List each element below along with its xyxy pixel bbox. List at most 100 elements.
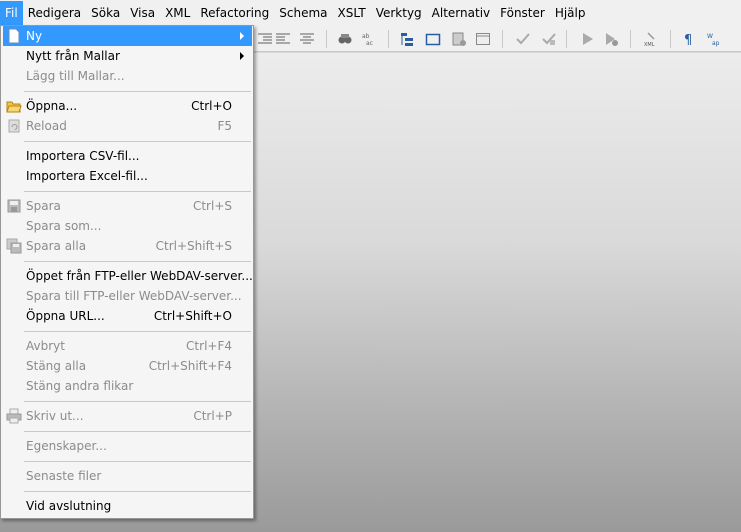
submenu-arrow-icon bbox=[240, 32, 244, 40]
menu-separator bbox=[24, 261, 251, 262]
menu-separator bbox=[24, 461, 251, 462]
check-well-formed-icon[interactable] bbox=[514, 30, 532, 48]
align-icon[interactable] bbox=[298, 30, 316, 48]
svg-text:¶: ¶ bbox=[684, 33, 692, 47]
menu-separator bbox=[24, 331, 251, 332]
window-icon[interactable] bbox=[424, 30, 442, 48]
menu-separator bbox=[24, 191, 251, 192]
menu-item-spara-som[interactable]: Spara som... bbox=[3, 216, 252, 236]
menu-item-label: Spara till FTP-eller WebDAV-server... bbox=[26, 289, 242, 303]
tree-view-icon[interactable] bbox=[398, 30, 416, 48]
menu-fonster[interactable]: Fönster bbox=[495, 1, 550, 25]
menu-item-label: Öppna... bbox=[26, 99, 78, 113]
svg-text:ap: ap bbox=[712, 40, 720, 47]
menu-item-label: Importera Excel-fil... bbox=[26, 169, 148, 183]
save-all-icon bbox=[6, 238, 22, 254]
browser-view-icon[interactable] bbox=[474, 30, 492, 48]
pilcrow-icon[interactable]: ¶ bbox=[680, 30, 698, 48]
menu-item-shortcut: F5 bbox=[217, 119, 232, 133]
menu-visa[interactable]: Visa bbox=[125, 1, 160, 25]
menu-schema[interactable]: Schema bbox=[274, 1, 332, 25]
menu-refactoring[interactable]: Refactoring bbox=[195, 1, 274, 25]
menu-item-label: Lägg till Mallar... bbox=[26, 69, 125, 83]
menu-item-oppna-url[interactable]: Öppna URL... Ctrl+Shift+O bbox=[3, 306, 252, 326]
menu-item-spara-alla[interactable]: Spara alla Ctrl+Shift+S bbox=[3, 236, 252, 256]
menu-item-importera-csv[interactable]: Importera CSV-fil... bbox=[3, 146, 252, 166]
menu-item-stang-andra-flikar[interactable]: Stäng andra flikar bbox=[3, 376, 252, 396]
word-wrap-icon[interactable]: Wap bbox=[706, 30, 724, 48]
menu-item-lagg-till-mallar[interactable]: Lägg till Mallar... bbox=[3, 66, 252, 86]
menu-item-egenskaper[interactable]: Egenskaper... bbox=[3, 436, 252, 456]
menu-item-shortcut: Ctrl+Shift+F4 bbox=[148, 359, 232, 373]
menu-item-label: Öppna URL... bbox=[26, 309, 105, 323]
menu-item-label: Spara bbox=[26, 199, 61, 213]
menu-separator bbox=[24, 431, 251, 432]
svg-text:ac: ac bbox=[366, 40, 373, 47]
menu-item-oppet-fran-ftp[interactable]: Öppet från FTP-eller WebDAV-server... bbox=[3, 266, 253, 286]
menu-item-stang-alla[interactable]: Stäng alla Ctrl+Shift+F4 bbox=[3, 356, 252, 376]
menu-item-reload[interactable]: Reload F5 bbox=[3, 116, 252, 136]
menu-item-label: Senaste filer bbox=[26, 469, 102, 483]
menu-xml[interactable]: XML bbox=[160, 1, 195, 25]
menu-item-spara-till-ftp[interactable]: Spara till FTP-eller WebDAV-server... bbox=[3, 286, 252, 306]
svg-text:ab: ab bbox=[362, 33, 370, 40]
menu-item-label: Öppet från FTP-eller WebDAV-server... bbox=[26, 269, 253, 283]
toolbar-separator bbox=[630, 30, 631, 48]
toolbar-separator bbox=[388, 30, 389, 48]
menu-hjalp[interactable]: Hjälp bbox=[550, 1, 591, 25]
menu-item-label: Spara som... bbox=[26, 219, 102, 233]
menu-alternativ[interactable]: Alternativ bbox=[427, 1, 495, 25]
svg-text:XML: XML bbox=[644, 42, 655, 47]
menu-item-senaste-filer[interactable]: Senaste filer bbox=[3, 466, 252, 486]
menu-item-label: Stäng andra flikar bbox=[26, 379, 134, 393]
toolbar-separator bbox=[670, 30, 671, 48]
svg-text:W: W bbox=[707, 33, 713, 40]
menu-verktyg[interactable]: Verktyg bbox=[371, 1, 427, 25]
new-document-icon bbox=[6, 28, 22, 44]
menu-item-label: Vid avslutning bbox=[26, 499, 112, 513]
menu-item-label: Skriv ut... bbox=[26, 409, 84, 423]
menu-item-oppna[interactable]: Öppna... Ctrl+O bbox=[3, 96, 252, 116]
menu-item-label: Ny bbox=[26, 29, 43, 43]
reload-icon bbox=[6, 118, 22, 134]
menu-item-shortcut: Ctrl+S bbox=[192, 199, 232, 213]
menu-fil[interactable]: Fil bbox=[0, 1, 23, 25]
replace-icon[interactable]: ab ac bbox=[360, 30, 378, 48]
save-icon bbox=[6, 198, 22, 214]
print-icon bbox=[6, 408, 22, 424]
menu-item-importera-excel[interactable]: Importera Excel-fil... bbox=[3, 166, 252, 186]
submenu-arrow-icon bbox=[240, 52, 244, 60]
menu-redigera[interactable]: Redigera bbox=[23, 1, 86, 25]
menu-item-shortcut: Ctrl+P bbox=[193, 409, 232, 423]
file-menu-dropdown: Ny Nytt från Mallar Lägg till Mallar... … bbox=[0, 25, 254, 519]
menu-item-label: Spara alla bbox=[26, 239, 87, 253]
open-folder-icon bbox=[6, 98, 22, 114]
indent-icon[interactable] bbox=[256, 30, 274, 48]
toolbar-separator bbox=[566, 30, 567, 48]
menu-item-spara[interactable]: Spara Ctrl+S bbox=[3, 196, 252, 216]
menu-soka[interactable]: Söka bbox=[86, 1, 125, 25]
xml-tool-icon[interactable]: XML bbox=[642, 30, 660, 48]
debug-icon[interactable] bbox=[602, 30, 620, 48]
validate-icon[interactable] bbox=[540, 30, 558, 48]
menu-separator bbox=[24, 401, 251, 402]
menu-item-label: Egenskaper... bbox=[26, 439, 107, 453]
menu-item-label: Avbryt bbox=[26, 339, 65, 353]
menu-xslt[interactable]: XSLT bbox=[333, 1, 371, 25]
outdent-icon[interactable] bbox=[274, 30, 292, 48]
menu-item-avbryt[interactable]: Avbryt Ctrl+F4 bbox=[3, 336, 252, 356]
menu-separator bbox=[24, 141, 251, 142]
menu-item-vid-avslutning[interactable]: Vid avslutning bbox=[3, 496, 252, 516]
menu-item-skriv-ut[interactable]: Skriv ut... Ctrl+P bbox=[3, 406, 252, 426]
find-icon[interactable] bbox=[336, 30, 354, 48]
menu-separator bbox=[24, 91, 251, 92]
menu-item-nytt-fran-mallar[interactable]: Nytt från Mallar bbox=[3, 46, 252, 66]
menu-item-label: Stäng alla bbox=[26, 359, 87, 373]
menu-item-shortcut: Ctrl+O bbox=[191, 99, 232, 113]
menu-item-ny[interactable]: Ny bbox=[3, 26, 252, 46]
document-settings-icon[interactable] bbox=[450, 30, 468, 48]
toolbar-separator bbox=[502, 30, 503, 48]
run-icon[interactable] bbox=[578, 30, 596, 48]
menu-item-shortcut: Ctrl+F4 bbox=[186, 339, 232, 353]
menu-separator bbox=[24, 491, 251, 492]
